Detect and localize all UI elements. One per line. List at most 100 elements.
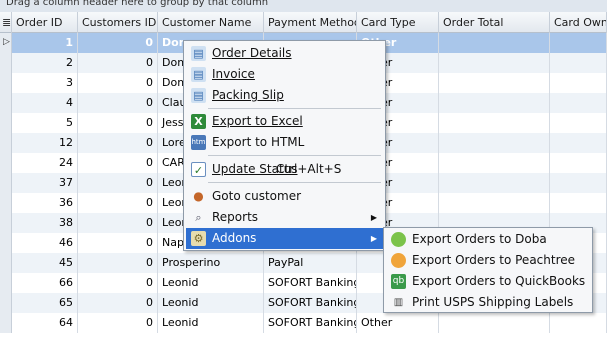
submenu-arrow-icon: ▶ bbox=[370, 213, 377, 222]
cell-card-owner[interactable] bbox=[550, 193, 607, 213]
cell-order-id[interactable]: 5 bbox=[12, 113, 78, 133]
column-header-customers-id[interactable]: Customers ID bbox=[78, 12, 158, 33]
cell-order-id[interactable]: 66 bbox=[12, 273, 78, 293]
menu-item-packing-slip[interactable]: ▤ Packing Slip bbox=[186, 85, 383, 106]
row-indicator[interactable] bbox=[0, 53, 12, 73]
cell-order-total[interactable] bbox=[439, 173, 550, 193]
cell-order-id[interactable]: 64 bbox=[12, 313, 78, 333]
user-icon: ● bbox=[193, 189, 204, 203]
cell-card-owner[interactable] bbox=[550, 93, 607, 113]
cell-order-id[interactable]: 36 bbox=[12, 193, 78, 213]
row-indicator[interactable] bbox=[0, 253, 12, 273]
cell-customer-name[interactable]: Leonid bbox=[158, 313, 264, 333]
cell-customer-id[interactable]: 0 bbox=[78, 93, 158, 113]
cell-order-id[interactable]: 46 bbox=[12, 233, 78, 253]
row-indicator[interactable] bbox=[0, 93, 12, 113]
cell-order-id[interactable]: 24 bbox=[12, 153, 78, 173]
column-header-payment-method[interactable]: Payment Method bbox=[264, 12, 357, 33]
cell-customer-id[interactable]: 0 bbox=[78, 233, 158, 253]
cell-order-total[interactable] bbox=[439, 193, 550, 213]
row-indicator[interactable]: ▷ bbox=[0, 33, 12, 53]
cell-order-total[interactable] bbox=[439, 313, 550, 333]
cell-order-id[interactable]: 2 bbox=[12, 53, 78, 73]
cell-customer-id[interactable]: 0 bbox=[78, 133, 158, 153]
cell-order-total[interactable] bbox=[439, 133, 550, 153]
cell-customer-id[interactable]: 0 bbox=[78, 253, 158, 273]
column-header-customer-name[interactable]: Customer Name bbox=[158, 12, 264, 33]
cell-order-total[interactable] bbox=[439, 153, 550, 173]
menu-item-invoice[interactable]: ▤ Invoice bbox=[186, 64, 383, 85]
cell-customer-id[interactable]: 0 bbox=[78, 113, 158, 133]
cell-card-owner[interactable] bbox=[550, 53, 607, 73]
menu-item-export-excel[interactable]: X Export to Excel bbox=[186, 111, 383, 132]
column-chooser-icon[interactable]: ≣ bbox=[0, 12, 12, 33]
cell-customer-id[interactable]: 0 bbox=[78, 53, 158, 73]
cell-payment-method[interactable]: SOFORT Banking bbox=[264, 313, 357, 333]
cell-customer-id[interactable]: 0 bbox=[78, 293, 158, 313]
cell-order-id[interactable]: 38 bbox=[12, 213, 78, 233]
cell-card-owner[interactable] bbox=[550, 133, 607, 153]
row-indicator[interactable] bbox=[0, 173, 12, 193]
row-indicator[interactable] bbox=[0, 273, 12, 293]
cell-order-id[interactable]: 65 bbox=[12, 293, 78, 313]
cell-card-owner[interactable] bbox=[550, 113, 607, 133]
cell-order-id[interactable]: 3 bbox=[12, 73, 78, 93]
cell-customer-id[interactable]: 0 bbox=[78, 193, 158, 213]
cell-order-id[interactable]: 45 bbox=[12, 253, 78, 273]
cell-card-owner[interactable] bbox=[550, 73, 607, 93]
menu-item-export-html[interactable]: htm Export to HTML bbox=[186, 132, 383, 153]
cell-customer-id[interactable]: 0 bbox=[78, 73, 158, 93]
cell-order-id[interactable]: 1 bbox=[12, 33, 78, 53]
menu-item-export-doba[interactable]: Export Orders to Doba bbox=[386, 229, 590, 250]
menu-item-export-quickbooks[interactable]: qb Export Orders to QuickBooks bbox=[386, 271, 590, 292]
menu-item-addons[interactable]: ⚙ Addons ▶ bbox=[186, 228, 383, 249]
menu-item-goto-customer[interactable]: ● Goto customer bbox=[186, 186, 383, 207]
cell-order-total[interactable] bbox=[439, 73, 550, 93]
cell-payment-method[interactable]: SOFORT Banking bbox=[264, 273, 357, 293]
row-indicator[interactable] bbox=[0, 153, 12, 173]
row-indicator[interactable] bbox=[0, 193, 12, 213]
row-indicator[interactable] bbox=[0, 233, 12, 253]
cell-card-owner[interactable] bbox=[550, 173, 607, 193]
menu-item-print-usps[interactable]: ▥ Print USPS Shipping Labels bbox=[386, 292, 590, 313]
cell-order-total[interactable] bbox=[439, 93, 550, 113]
cell-order-id[interactable]: 4 bbox=[12, 93, 78, 113]
cell-card-type[interactable]: Other bbox=[357, 313, 439, 333]
row-indicator[interactable] bbox=[0, 113, 12, 133]
cell-customer-id[interactable]: 0 bbox=[78, 153, 158, 173]
column-header-card-type[interactable]: Card Type bbox=[357, 12, 439, 33]
cell-customer-name[interactable]: Leonid bbox=[158, 273, 264, 293]
cell-customer-name[interactable]: Leonid bbox=[158, 293, 264, 313]
cell-customer-id[interactable]: 0 bbox=[78, 33, 158, 53]
menu-item-export-peachtree[interactable]: Export Orders to Peachtree bbox=[386, 250, 590, 271]
cell-customer-name[interactable]: Prosperino bbox=[158, 253, 264, 273]
cell-payment-method[interactable]: PayPal bbox=[264, 253, 357, 273]
cell-order-total[interactable] bbox=[439, 33, 550, 53]
cell-payment-method[interactable]: SOFORT Banking bbox=[264, 293, 357, 313]
cell-customer-id[interactable]: 0 bbox=[78, 313, 158, 333]
cell-order-id[interactable]: 37 bbox=[12, 173, 78, 193]
cell-card-owner[interactable] bbox=[550, 313, 607, 333]
cell-customer-id[interactable]: 0 bbox=[78, 213, 158, 233]
menu-item-reports[interactable]: ⌕ Reports ▶ bbox=[186, 207, 383, 228]
cell-card-owner[interactable] bbox=[550, 153, 607, 173]
row-indicator[interactable] bbox=[0, 133, 12, 153]
menu-item-order-details[interactable]: ▤ Order Details bbox=[186, 43, 383, 64]
cell-order-total[interactable] bbox=[439, 113, 550, 133]
row-indicator[interactable] bbox=[0, 293, 12, 313]
addons-submenu: Export Orders to Doba Export Orders to P… bbox=[383, 227, 593, 313]
table-row[interactable]: 64 0 Leonid SOFORT Banking Other bbox=[0, 313, 607, 333]
column-header-card-owner[interactable]: Card Owner bbox=[550, 12, 607, 33]
cell-customer-id[interactable]: 0 bbox=[78, 173, 158, 193]
row-indicator[interactable] bbox=[0, 73, 12, 93]
cell-order-id[interactable]: 12 bbox=[12, 133, 78, 153]
cell-card-owner[interactable] bbox=[550, 33, 607, 53]
cell-order-total[interactable] bbox=[439, 53, 550, 73]
menu-item-update-status[interactable]: ✓ Update Status Ctrl+Alt+S bbox=[186, 159, 383, 180]
column-header-order-total[interactable]: Order Total bbox=[439, 12, 550, 33]
column-header-order-id[interactable]: Order ID bbox=[12, 12, 78, 33]
addons-icon: ⚙ bbox=[191, 231, 206, 246]
row-indicator[interactable] bbox=[0, 213, 12, 233]
row-indicator[interactable] bbox=[0, 313, 12, 333]
cell-customer-id[interactable]: 0 bbox=[78, 273, 158, 293]
